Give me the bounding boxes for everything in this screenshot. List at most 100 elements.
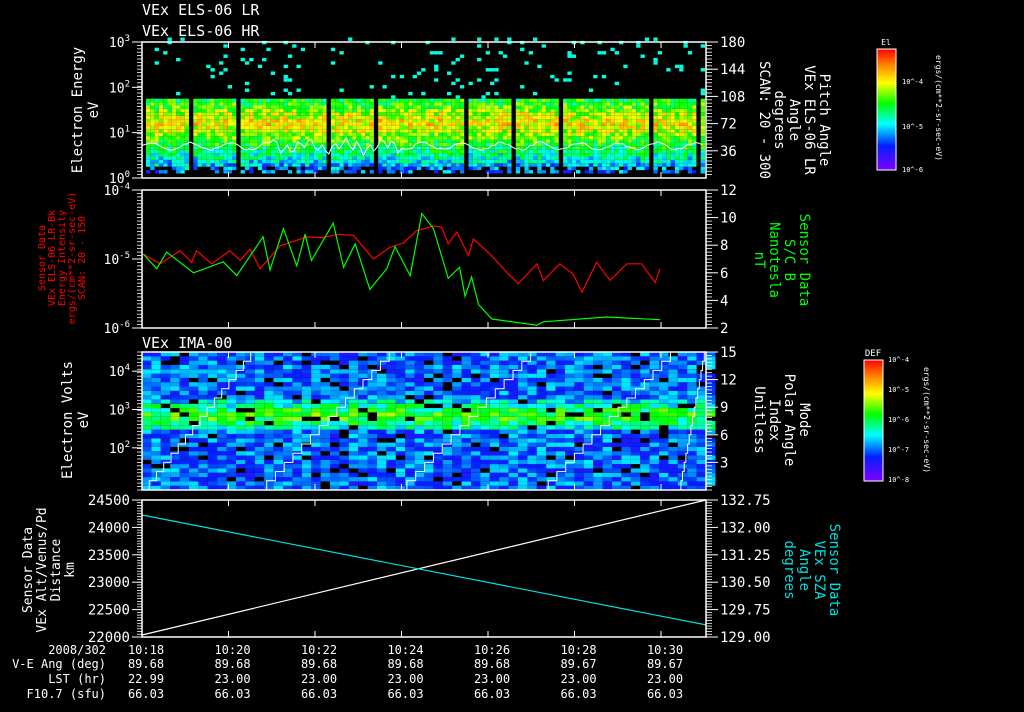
spectrogram-cell [352,102,356,105]
spectrogram-cell [443,136,447,139]
spectrogram-cell [305,133,309,136]
spectrogram-cell [335,102,339,105]
spectrogram-cell [262,109,266,112]
spectrogram-cell [262,160,266,163]
spectrogram-cell [417,146,421,149]
spectrogram-cell [163,123,167,126]
spectrogram-cell [469,102,473,105]
spectrogram-cell [318,106,322,109]
spectrogram-cell [378,109,382,112]
spectrogram-cell [352,133,356,136]
spectrogram-cell [593,129,597,132]
spectrogram-cell [684,133,688,136]
spectrogram-cell [292,382,301,386]
spectrogram-cell [348,136,352,139]
spectrogram-cell [443,116,447,119]
spectrogram-cell [408,140,412,143]
spectrogram-cell [185,167,189,170]
spectrogram-cell [297,106,301,109]
spectrogram-cell [349,421,358,425]
spectrogram-cell [480,365,489,369]
spectrogram-cell [330,387,339,391]
spectrogram-cell [245,356,254,360]
spectrogram-cell [189,464,198,468]
spectrogram-cell [424,387,433,391]
spectrogram-cell [602,150,606,153]
spectrogram-cell [417,163,421,166]
spectrogram-cell [217,361,226,365]
spectrogram-cell [404,109,408,112]
spectrogram-cell [198,387,207,391]
spectrogram-cell [378,160,382,163]
spectrogram-cell [163,102,167,105]
spectrogram-cell [546,163,550,166]
spectrogram-cell [297,146,301,149]
spectrogram-cell [666,157,670,160]
spectrogram-cell [180,387,189,391]
spectrogram-cell [550,123,554,126]
spectrogram-cell [481,143,485,146]
spectrogram-cell [215,119,219,122]
spectrogram-cell [433,421,442,425]
spectrogram-cell [340,99,344,102]
spectrogram-cell [348,112,352,115]
y-tick-label: 23500 [88,548,130,564]
spectrogram-cell [391,163,395,166]
spectrogram-cell [606,150,610,153]
spectrogram-cell [632,123,636,126]
spectrogram-cell [697,460,706,464]
spectrogram-cell [471,391,480,395]
spectrogram-cell [400,136,404,139]
spectrogram-cell [180,374,189,378]
spectrogram-cell [322,129,326,132]
spectrogram-cell [433,468,442,472]
spectrogram-cell [546,460,555,464]
spectrogram-cell [223,112,227,115]
spectrogram-cell [159,99,163,102]
spectrogram-cell [170,365,179,369]
spectrogram-cell [688,51,692,54]
spectrogram-cell [527,356,536,360]
spectrogram-cell [193,160,197,163]
spectrogram-cell [537,477,546,481]
spectrogram-cell [219,160,223,163]
spectrogram-cell [610,116,614,119]
spectrogram-cell [176,123,180,126]
spectrogram-cell [520,157,524,160]
spectrogram-cell [340,126,344,129]
spectrogram-cell [640,365,649,369]
spectrogram-cell [159,109,163,112]
spectrogram-cell [666,133,670,136]
spectrogram-cell [645,133,649,136]
spectrogram-cell [415,374,424,378]
spectrogram-cell [460,160,464,163]
spectrogram-cell [619,129,623,132]
spectrogram-cell [542,119,546,122]
spectrogram-cell [662,163,666,166]
spectrogram-cell [301,160,305,163]
spectrogram-cell [567,126,571,129]
spectrogram-cell [471,430,480,434]
spectrogram-cell [208,456,217,460]
spectrogram-cell [447,170,451,173]
spectrogram-cell [610,99,614,102]
spectrogram-cell [331,157,335,160]
spectrogram-cell [550,160,554,163]
spectrogram-cell [161,378,170,382]
spectrogram-cell [443,468,452,472]
spectrogram-cell [266,146,270,149]
spectrogram-cell [433,361,442,365]
spectrogram-cell [606,163,610,166]
spectrogram-cell [245,430,254,434]
spectrogram-cell [358,443,367,447]
spectrogram-cell [659,365,668,369]
spectrogram-cell [361,160,365,163]
spectrogram-cell [361,170,365,173]
spectrogram-cell [241,116,245,119]
spectrogram-cell [202,112,206,115]
spectrogram-cell [180,456,189,460]
spectrogram-cell [271,157,275,160]
spectrogram-cell [527,434,536,438]
spectrogram-cell [217,382,226,386]
spectrogram-cell [675,112,679,115]
